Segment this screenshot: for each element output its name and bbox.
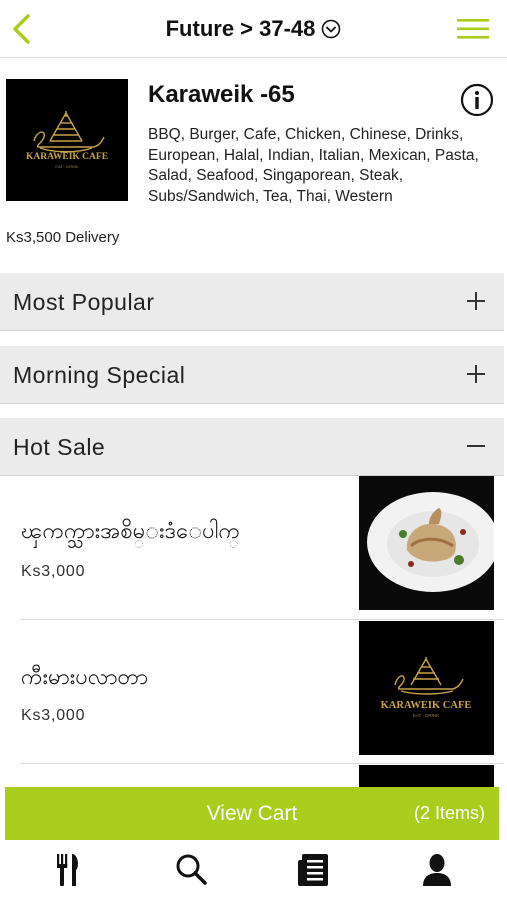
delivery-fee: Ks3,500 Delivery xyxy=(6,229,120,246)
logo-subtext: EAT · DRINK xyxy=(55,164,79,169)
category-morning-special[interactable]: Morning Special xyxy=(0,346,504,404)
bottom-tab-bar xyxy=(0,840,507,900)
menu-item[interactable]: ကီးမားပလာတာ Ks3,000 KARAWEIK CAFE EAT · … xyxy=(0,620,504,763)
view-cart-button[interactable]: View Cart (2 Items) xyxy=(5,787,499,840)
location-selector[interactable]: Future > 37-48 xyxy=(0,16,507,45)
info-icon xyxy=(460,83,494,117)
hamburger-icon xyxy=(457,19,489,39)
item-name: ကီးမားပလာတာ xyxy=(21,664,148,689)
category-label: Most Popular xyxy=(13,289,155,315)
minus-icon xyxy=(467,445,485,447)
category-label: Morning Special xyxy=(13,362,186,388)
orders-icon xyxy=(298,854,328,886)
top-header: Future > 37-48 xyxy=(0,0,507,58)
plus-icon xyxy=(467,365,485,383)
item-name: ၾကက္သားအစိမ္းဒံေပါက္ xyxy=(21,518,240,543)
category-most-popular[interactable]: Most Popular xyxy=(0,273,504,331)
item-logo-subtext: EAT · DRINK xyxy=(413,713,439,718)
logo-text: KARAWEIK CAFE xyxy=(26,152,108,162)
cart-item-count: (2 Items) xyxy=(413,803,485,823)
category-label: Hot Sale xyxy=(13,434,106,460)
restaurant-logo: KARAWEIK CAFE EAT · DRINK xyxy=(6,79,128,201)
tab-orders[interactable] xyxy=(294,850,334,890)
item-price: Ks3,000 xyxy=(21,707,86,724)
search-icon xyxy=(176,854,207,885)
tab-profile[interactable] xyxy=(417,850,457,890)
profile-icon xyxy=(423,854,451,886)
fork-knife-icon xyxy=(57,854,78,886)
item-price: Ks3,000 xyxy=(21,563,86,580)
cuisine-list: BBQ, Burger, Cafe, Chicken, Chinese, Dri… xyxy=(148,126,479,205)
tab-search[interactable] xyxy=(171,850,211,890)
item-logo-text: KARAWEIK CAFE xyxy=(381,700,472,711)
chevron-down-circle-icon xyxy=(321,19,341,45)
menu-item[interactable]: ၾကက္သားအစိမ္းဒံေပါက္ Ks3,000 xyxy=(0,476,504,619)
item-image: KARAWEIK CAFE EAT · DRINK xyxy=(359,621,494,755)
item-image xyxy=(359,476,494,610)
plus-icon xyxy=(467,292,485,310)
category-hot-sale[interactable]: Hot Sale xyxy=(0,418,504,476)
location-title: Future > 37-48 xyxy=(165,16,316,41)
item-image-partial xyxy=(359,765,494,787)
restaurant-name: Karaweik -65 xyxy=(148,81,295,108)
menu-button[interactable] xyxy=(457,18,489,40)
tab-restaurants[interactable] xyxy=(48,850,88,890)
info-button[interactable] xyxy=(460,83,494,117)
item-divider xyxy=(21,763,504,764)
